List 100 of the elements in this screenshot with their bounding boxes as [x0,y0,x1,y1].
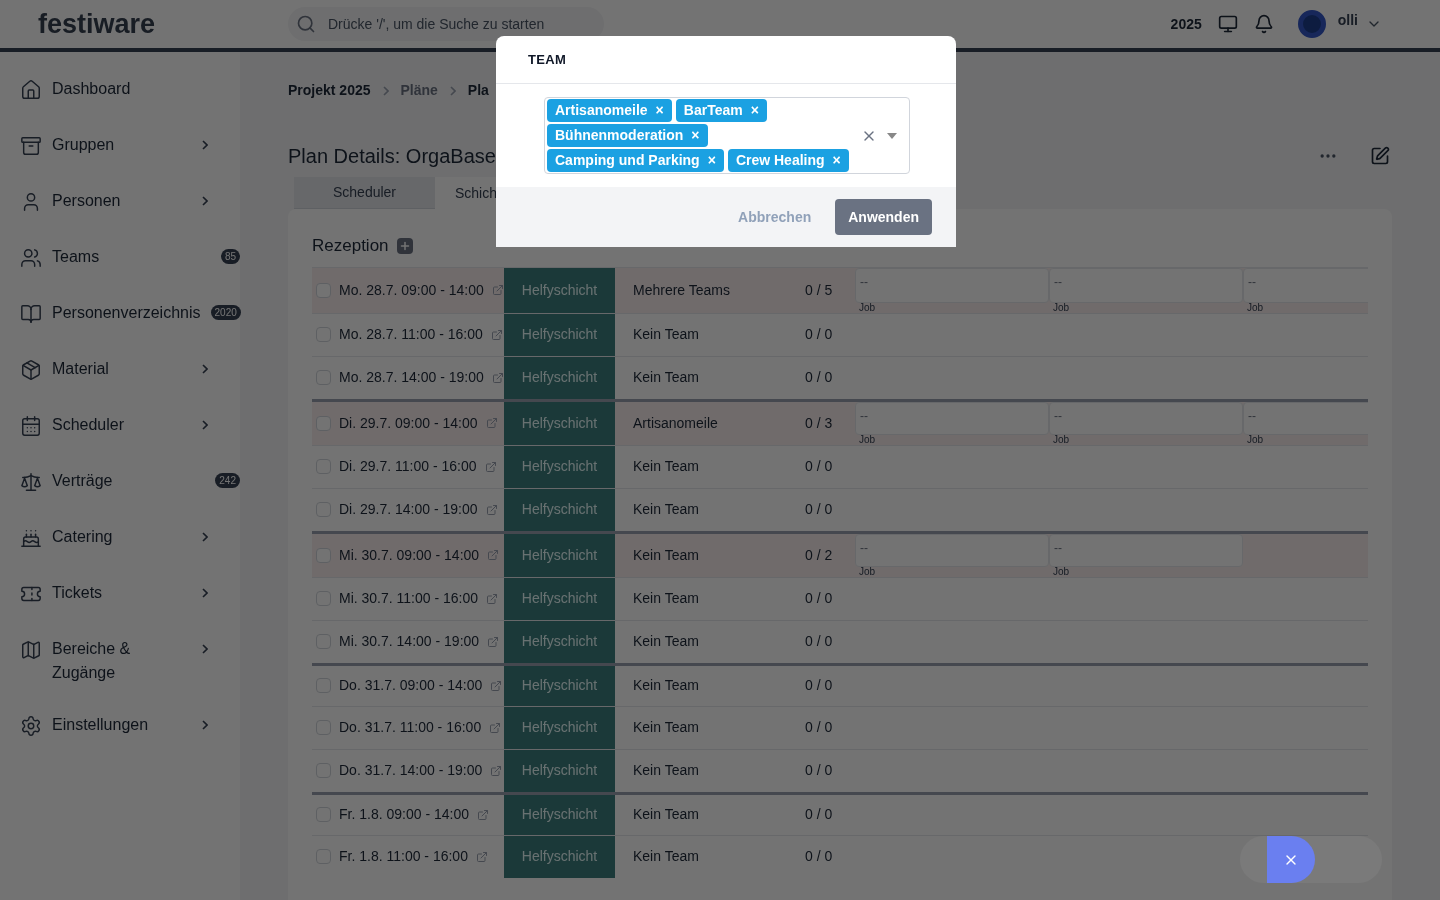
shift-time: Mi. 30.7. 11:00 - 16:00 [339,589,479,608]
count-cell-text: 0 / 0 [805,457,834,476]
count-cell-text: 0 / 0 [805,761,834,780]
tab[interactable]: Scheduler [294,177,435,209]
sidebar-label: Scheduler [52,415,126,435]
dialog-title: TEAM [528,50,567,69]
tag-remove[interactable]: × [750,100,759,121]
sidebar-item[interactable]: Personenverzeichnis 2020 [0,287,240,343]
team-cell-text: Kein Team [632,718,700,737]
team-cell-text: Kein Team [632,545,700,565]
team-cell-text: Kein Team [632,805,700,824]
sidebar-item[interactable]: Gruppen [0,119,240,175]
breadcrumb-link[interactable]: Projekt 2025 [288,80,371,101]
apply-button[interactable]: Anwenden [835,199,932,235]
sidebar-item[interactable]: Tickets [0,567,240,623]
job-label: Job [858,566,877,577]
team-cell-text: Kein Team [632,676,700,695]
job-field[interactable]: -- [1243,267,1368,303]
job-label: Job [1052,566,1071,577]
sidebar-label: Personenverzeichnis [52,303,201,323]
shift-type-cell: Helfyschicht [504,706,615,749]
sidebar-label: Bereiche & Zugänge [52,639,132,683]
sidebar-item[interactable]: Scheduler [0,399,240,455]
team-cell-text: Kein Team [632,847,700,866]
section-title: Rezeption [312,235,389,257]
search-field[interactable]: Drücke '/', um die Suche zu starten [288,7,604,41]
shift-time: Mo. 28.7. 09:00 - 14:00 [339,280,484,300]
shift-time: Mo. 28.7. 11:00 - 16:00 [339,325,483,344]
job-label: Job [1246,302,1265,313]
sidebar-item[interactable]: Verträge 242 [0,455,240,511]
shift-type-cell: Helfyschicht [504,835,615,878]
tag-label: Camping und Parking [555,151,700,170]
count-badge: 242 [215,473,240,488]
year-label[interactable]: 2025 [1170,13,1202,35]
count-cell-text: 0 / 5 [805,280,834,300]
shift-type-cell: Helfyschicht [504,313,615,356]
shift-time: Fr. 1.8. 11:00 - 16:00 [339,847,468,866]
job-field[interactable]: -- [855,401,1049,435]
tag-remove[interactable]: × [691,125,700,146]
job-label: Job [1052,434,1071,445]
count-cell-text: 0 / 3 [805,413,834,433]
sidebar-item[interactable]: Personen [0,175,240,231]
tag-remove[interactable]: × [707,150,716,171]
shift-time: Do. 31.7. 11:00 - 16:00 [339,718,482,737]
sidebar-label: Catering [52,527,114,547]
tag-remove[interactable]: × [832,150,841,171]
sidebar-item[interactable]: Dashboard [0,63,240,119]
count-badge: 2020 [210,305,241,320]
shift-type-cell: Helfyschicht [504,665,615,706]
job-field[interactable]: -- [1049,533,1243,567]
shift-time: Di. 29.7. 09:00 - 14:00 [339,413,478,433]
sidebar-label: Dashboard [52,79,132,99]
shift-time: Do. 31.7. 09:00 - 14:00 [339,676,483,695]
logo[interactable]: festiware [38,3,288,45]
count-cell-text: 0 / 0 [805,589,834,608]
shift-type-cell: Helfyschicht [504,488,615,531]
job-field[interactable]: -- [1049,401,1243,435]
sidebar-label: Personen [52,191,122,211]
count-cell-text: 0 / 0 [805,632,834,651]
sidebar-label: Gruppen [52,135,116,155]
shift-time: Di. 29.7. 14:00 - 19:00 [339,500,478,519]
count-cell-text: 0 / 0 [805,500,834,519]
shift-time: Mi. 30.7. 09:00 - 14:00 [339,545,480,565]
count-cell-text: 0 / 2 [805,545,834,565]
shift-type-cell: Helfyschicht [504,401,615,445]
count-cell-text: 0 / 0 [805,805,834,824]
sidebar-item[interactable]: Material [0,343,240,399]
sidebar-item[interactable]: Teams 85 [0,231,240,287]
job-field[interactable]: -- [1243,401,1368,435]
shift-time: Di. 29.7. 11:00 - 16:00 [339,457,477,476]
cancel-button[interactable]: Abbrechen [738,206,812,228]
sidebar-label: Material [52,359,110,379]
sidebar-item[interactable]: Einstellungen [0,699,240,755]
sidebar-label: Einstellungen [52,715,150,735]
count-cell-text: 0 / 0 [805,718,834,737]
team-cell-text: Kein Team [632,589,700,608]
job-field[interactable]: -- [1049,267,1243,303]
shift-type-cell: Helfyschicht [504,445,615,488]
tag-remove[interactable]: × [655,100,664,121]
team-select[interactable]: Artisanomeile × BarTeam × Bühnenmoderation × Camping und Parking × Crew Healing × [544,97,910,174]
user-name[interactable]: olli [1337,9,1358,31]
breadcrumb-link[interactable]: Pla [467,80,489,101]
shift-time: Mi. 30.7. 14:00 - 19:00 [339,632,480,651]
job-field[interactable]: -- [855,533,1049,567]
sidebar-item[interactable]: Catering [0,511,240,567]
breadcrumb-link[interactable]: Pläne [400,80,438,101]
team-cell-text: Artisanomeile [632,413,719,433]
shift-type-cell: Helfyschicht [504,620,615,663]
team-cell-text: Kein Team [632,325,700,344]
shift-type-cell: Helfyschicht [504,794,615,835]
sidebar-item[interactable]: Bereiche & Zugänge [0,623,240,699]
tag-label: Bühnenmoderation [555,126,684,145]
team-cell-text: Kein Team [632,500,700,519]
shift-time: Do. 31.7. 14:00 - 19:00 [339,761,483,780]
job-label: Job [1246,434,1265,445]
shift-time: Mo. 28.7. 14:00 - 19:00 [339,368,484,387]
team-cell-text: Kein Team [632,632,700,651]
job-field[interactable]: -- [855,267,1049,303]
team-cell-text: Kein Team [632,457,700,476]
count-cell-text: 0 / 0 [805,676,834,695]
